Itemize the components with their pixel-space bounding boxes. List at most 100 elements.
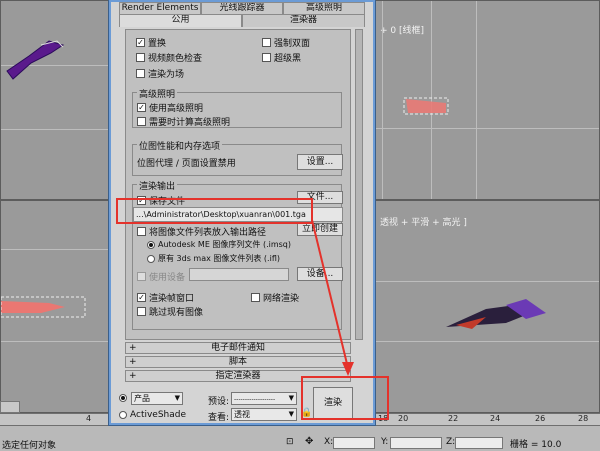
group-title: 位图性能和内存选项 (137, 139, 223, 152)
bitmap-proxy-status: 位图代理 / 页面设置禁用 (137, 159, 236, 169)
rollout-email-notifications[interactable]: + 电子邮件通知 (125, 342, 351, 354)
checkbox[interactable] (137, 272, 146, 281)
tab-renderer[interactable]: 渲染器 (242, 14, 365, 27)
radio[interactable] (119, 394, 127, 402)
tab-common[interactable]: 公用 (119, 14, 242, 27)
viewport-top-right[interactable]: + 0 [线框] (375, 0, 600, 200)
chevron-down-icon: ▼ (288, 410, 294, 418)
expand-icon: + (129, 357, 137, 367)
net-render-option[interactable]: 网络渲染 (251, 291, 299, 304)
model-wireframe (1, 296, 86, 318)
checkbox[interactable]: ✓ (136, 38, 145, 47)
expand-icon: + (129, 343, 137, 353)
render-frame-window-option[interactable]: ✓ 渲染帧窗口 (137, 291, 194, 304)
radio-legacy-ifl[interactable]: 原有 3ds max 图像文件列表 (.ifl) (147, 253, 280, 264)
checkbox[interactable] (136, 53, 145, 62)
viewport-top-left[interactable] (0, 0, 109, 200)
selection-status: 选定任何对象 (2, 441, 57, 451)
checkbox[interactable] (137, 227, 146, 236)
rollout-label: 脚本 (228, 357, 247, 367)
put-image-list-option[interactable]: 将图像文件列表放入输出路径 (137, 225, 266, 238)
timeline-tick: 28 (578, 414, 589, 423)
annotation-render-highlight (301, 376, 389, 420)
annotation-path-highlight (116, 198, 313, 224)
timeline-scroll-left[interactable] (0, 401, 20, 413)
timeline-tick: 26 (535, 414, 546, 423)
force-two-sided-option[interactable]: 强制双面 (262, 36, 310, 49)
option-label: 跳过现有图像 (149, 308, 204, 318)
select-value: 产品 (134, 394, 150, 403)
checkbox[interactable] (137, 307, 146, 316)
viewport-bottom-left[interactable] (0, 200, 109, 413)
tab-raytracer[interactable]: 光线跟踪器 (201, 2, 283, 14)
option-label: 将图像文件列表放入输出路径 (149, 228, 267, 238)
option-label: 渲染帧窗口 (149, 294, 195, 304)
model-wireframe (6, 40, 65, 80)
z-coordinate-field[interactable] (455, 437, 503, 449)
option-label: 原有 3ds max 图像文件列表 (.ifl) (158, 254, 280, 263)
move-icon[interactable]: ✥ (305, 436, 313, 447)
create-now-button[interactable]: 立即创建 (297, 223, 343, 236)
render-mode-select[interactable]: 产品 ▼ (131, 392, 183, 405)
device-field[interactable] (189, 268, 289, 281)
y-label: Y: (381, 437, 389, 447)
viewport-bottom-right[interactable]: 透视 + 平滑 + 高光 ] (375, 200, 600, 413)
timeline-tick: 4 (86, 414, 92, 423)
radio-production[interactable] (119, 394, 127, 402)
timeline-tick: 24 (490, 414, 501, 423)
option-label: 网络渲染 (263, 294, 300, 304)
option-label: 需要时计算高级照明 (149, 118, 231, 128)
checkbox[interactable] (262, 38, 271, 47)
checkbox[interactable]: ✓ (137, 103, 146, 112)
panel-scrollbar[interactable] (355, 29, 363, 340)
grid-size: 栅格 = 10.0 (510, 440, 562, 450)
tab-render-elements[interactable]: Render Elements (119, 2, 201, 14)
compute-lighting-option[interactable]: 需要时计算高级照明 (137, 115, 230, 128)
option-label: 强制双面 (274, 39, 311, 49)
rollout-label: 电子邮件通知 (210, 343, 265, 353)
checkbox[interactable] (262, 53, 271, 62)
render-to-fields-option[interactable]: 渲染为场 (136, 67, 184, 80)
chevron-down-icon: ▼ (288, 394, 294, 402)
checkbox[interactable] (137, 117, 146, 126)
tab-advanced-lighting[interactable]: 高级照明 (283, 2, 365, 14)
checkbox[interactable]: ✓ (137, 293, 146, 302)
use-device-option[interactable]: 使用设备 (137, 270, 185, 283)
expand-icon: + (129, 371, 137, 381)
checkbox[interactable] (136, 69, 145, 78)
y-coordinate-field[interactable] (390, 437, 442, 449)
super-black-option[interactable]: 超级黑 (262, 51, 301, 64)
bitmap-settings-button[interactable]: 设置... (297, 154, 343, 170)
tab-row-top: Render Elements 光线跟踪器 高级照明 (119, 2, 365, 14)
option-label: 视频颜色检查 (148, 54, 203, 64)
timeline-tick: 20 (398, 414, 409, 423)
checkbox[interactable] (251, 293, 260, 302)
radio-autodesk-imsq[interactable]: Autodesk ME 图像序列文件 (.imsq) (147, 239, 291, 250)
radio[interactable] (147, 254, 155, 263)
lock-icon[interactable]: ⊡ (286, 437, 294, 447)
radio[interactable] (119, 411, 127, 419)
displacement-option[interactable]: ✓ 置换 (136, 36, 166, 49)
radio-activeshade[interactable]: ActiveShade (119, 410, 186, 420)
x-label: X: (324, 437, 334, 447)
option-label: 置换 (148, 39, 167, 49)
model-wireframe (403, 97, 449, 115)
settings-panel[interactable]: ✓ 置换 强制双面 视频颜色检查 超级黑 渲染为场 高级照明 ✓ 使用高级照明 需要… (125, 29, 351, 340)
preset-select[interactable]: ------------------- ▼ (231, 392, 297, 405)
rollout-scripts[interactable]: + 脚本 (125, 356, 351, 368)
skip-existing-option[interactable]: 跳过现有图像 (137, 305, 203, 318)
video-color-check-option[interactable]: 视频颜色检查 (136, 51, 202, 64)
option-label: 使用高级照明 (149, 104, 204, 114)
device-button[interactable]: 设备... (297, 267, 343, 281)
model-render (446, 299, 546, 329)
chevron-down-icon: ▼ (174, 394, 180, 402)
option-label: 渲染为场 (148, 70, 185, 80)
use-advanced-lighting-option[interactable]: ✓ 使用高级照明 (137, 101, 203, 114)
view-select[interactable]: 透视 ▼ (231, 408, 297, 421)
x-coordinate-field[interactable] (333, 437, 375, 449)
preset-label: 预设: (208, 397, 230, 407)
option-label: ActiveShade (130, 410, 187, 420)
select-value: 透视 (234, 410, 250, 419)
radio[interactable] (147, 240, 155, 249)
rollout-label: 指定渲染器 (215, 371, 261, 381)
